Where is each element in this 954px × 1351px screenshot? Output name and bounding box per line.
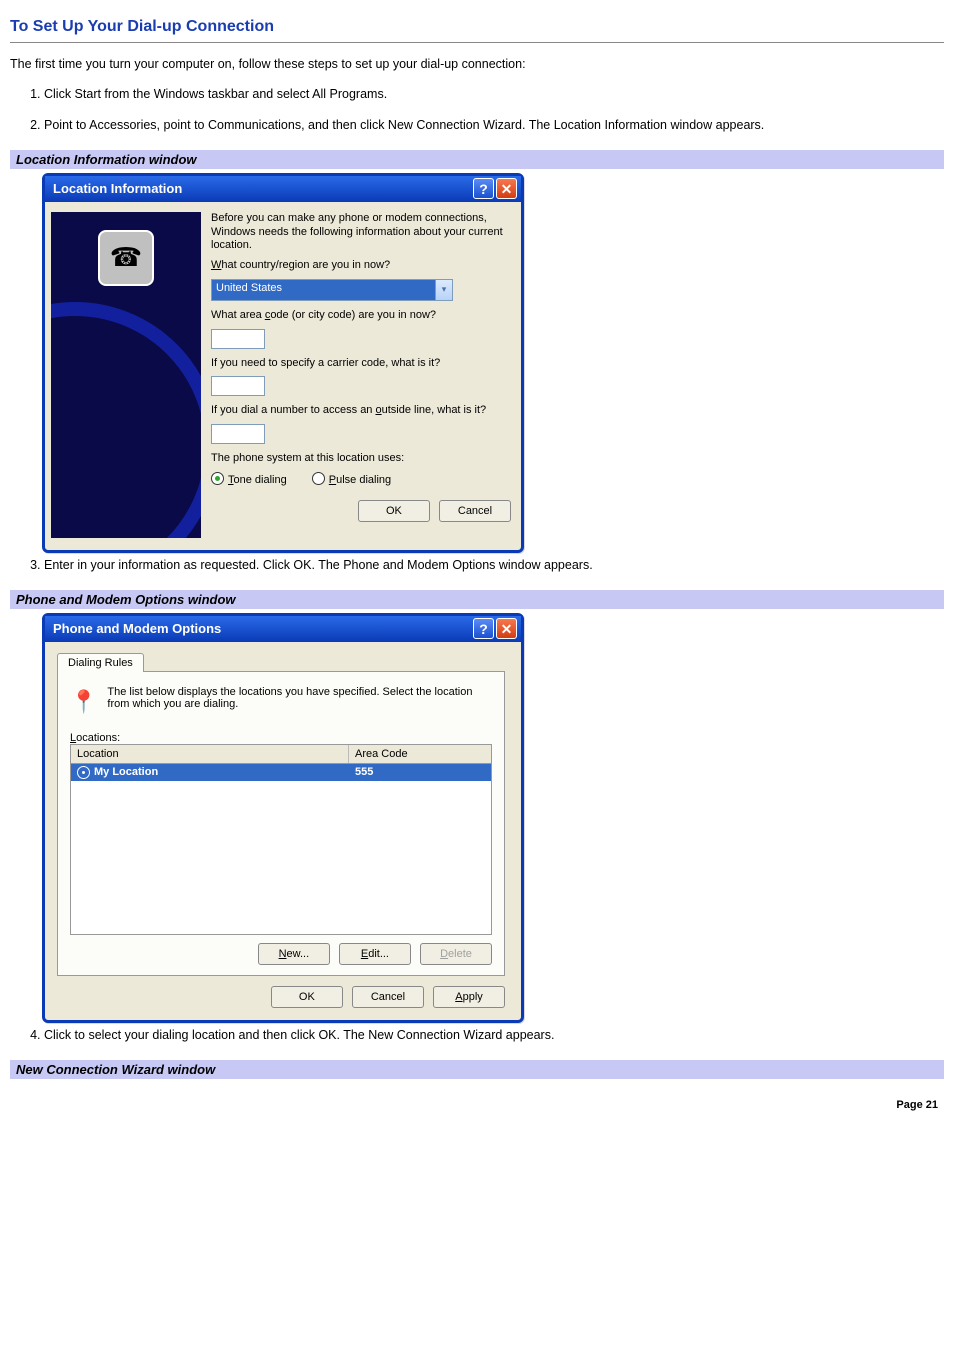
intro-text: The first time you turn your computer on… bbox=[10, 57, 944, 71]
cancel-button[interactable]: Cancel bbox=[439, 500, 511, 522]
label-phone-system: The phone system at this location uses: bbox=[211, 452, 511, 466]
help-icon[interactable]: ? bbox=[473, 178, 494, 199]
help-icon[interactable]: ? bbox=[473, 618, 494, 639]
location-icon: 📍 bbox=[70, 686, 97, 718]
step-4: Click to select your dialing location an… bbox=[44, 1027, 944, 1044]
radio-pulse[interactable]: Pulse dialing bbox=[312, 474, 391, 486]
delete-button[interactable]: Delete bbox=[420, 943, 492, 965]
chevron-down-icon[interactable]: ▾ bbox=[435, 280, 452, 300]
ok-button[interactable]: OK bbox=[358, 500, 430, 522]
new-button[interactable]: New... bbox=[258, 943, 330, 965]
close-icon[interactable]: ✕ bbox=[496, 618, 517, 639]
caption-pmo: Phone and Modem Options window bbox=[10, 590, 944, 609]
steps-list: Click Start from the Windows taskbar and… bbox=[10, 85, 944, 134]
tab-dialing-rules[interactable]: Dialing Rules bbox=[57, 653, 144, 672]
col-area-code: Area Code bbox=[349, 745, 491, 763]
area-code-input[interactable] bbox=[211, 329, 265, 349]
page-title: To Set Up Your Dial-up Connection bbox=[10, 18, 944, 40]
country-combo[interactable]: United States ▾ bbox=[211, 279, 453, 301]
carrier-code-input[interactable] bbox=[211, 376, 265, 396]
label-outside: If you dial a number to access an outsid… bbox=[211, 404, 511, 418]
dialog-title: Phone and Modem Options bbox=[53, 621, 221, 636]
step-3: Enter in your information as requested. … bbox=[44, 557, 944, 574]
label-carrier: If you need to specify a carrier code, w… bbox=[211, 357, 511, 371]
label-country: What country/region are you in now? bbox=[211, 259, 511, 273]
pmo-description: The list below displays the locations yo… bbox=[107, 686, 492, 718]
steps-list-3: Click to select your dialing location an… bbox=[10, 1027, 944, 1044]
locations-list[interactable]: My Location 555 bbox=[70, 764, 492, 935]
country-value: United States bbox=[212, 280, 435, 300]
radio-tone[interactable]: Tone dialing bbox=[211, 474, 287, 486]
location-information-dialog: Location Information ? ✕ ☎ Before you ca… bbox=[42, 173, 524, 553]
caption-location: Location Information window bbox=[10, 150, 944, 169]
sidebar-graphic: ☎ bbox=[51, 212, 201, 538]
close-icon[interactable]: ✕ bbox=[496, 178, 517, 199]
title-bar: Location Information ? ✕ bbox=[45, 176, 521, 202]
step-1: Click Start from the Windows taskbar and… bbox=[44, 85, 944, 103]
edit-button[interactable]: Edit... bbox=[339, 943, 411, 965]
cancel-button[interactable]: Cancel bbox=[352, 986, 424, 1008]
dialog-title: Location Information bbox=[53, 181, 182, 196]
title-bar: Phone and Modem Options ? ✕ bbox=[45, 616, 521, 642]
locations-label: Locations: bbox=[70, 732, 492, 744]
phone-modem-options-dialog: Phone and Modem Options ? ✕ Dialing Rule… bbox=[42, 613, 524, 1023]
page-number: Page 21 bbox=[10, 1099, 944, 1111]
phone-icon: ☎ bbox=[98, 230, 154, 286]
list-item[interactable]: My Location 555 bbox=[71, 764, 491, 781]
divider bbox=[10, 42, 944, 43]
label-area-code: What area code (or city code) are you in… bbox=[211, 309, 511, 323]
target-icon bbox=[77, 766, 90, 779]
caption-wizard: New Connection Wizard window bbox=[10, 1060, 944, 1079]
outside-line-input[interactable] bbox=[211, 424, 265, 444]
dialog-description: Before you can make any phone or modem c… bbox=[211, 212, 511, 253]
col-location: Location bbox=[71, 745, 349, 763]
steps-list-2: Enter in your information as requested. … bbox=[10, 557, 944, 574]
locations-header: Location Area Code bbox=[70, 744, 492, 764]
step-2: Point to Accessories, point to Communica… bbox=[44, 117, 944, 134]
apply-button[interactable]: Apply bbox=[433, 986, 505, 1008]
ok-button[interactable]: OK bbox=[271, 986, 343, 1008]
